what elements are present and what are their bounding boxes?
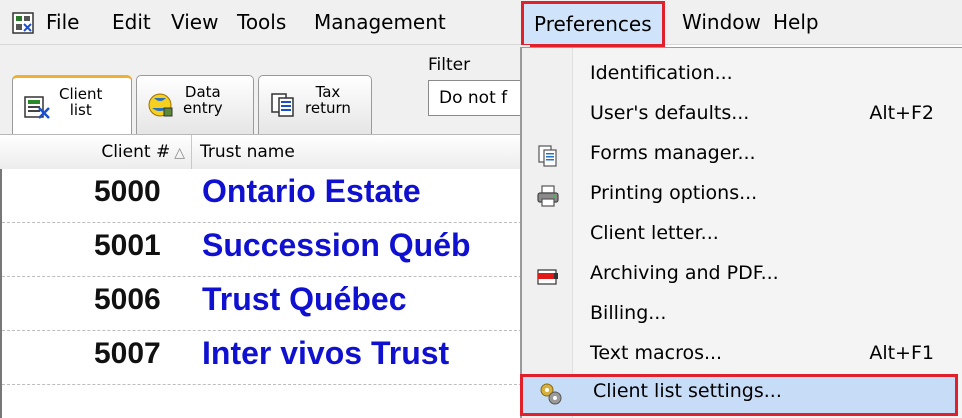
trust-name: Trust Québec xyxy=(202,281,407,317)
menu-item-label: Printing options... xyxy=(590,182,758,204)
menu-item-label: Text macros... xyxy=(590,342,723,364)
sort-ascending-icon: △ xyxy=(174,145,185,161)
menu-item-archiving-pdf[interactable]: Archiving and PDF... xyxy=(522,256,962,296)
preferences-dropdown: Identification... User's defaults... Alt… xyxy=(520,47,962,418)
menu-tools[interactable]: Tools xyxy=(237,0,286,44)
printer-icon xyxy=(537,185,559,207)
menu-item-label: Identification... xyxy=(590,62,733,84)
menu-window[interactable]: Window xyxy=(682,0,761,44)
menu-item-label: User's defaults... xyxy=(590,102,750,124)
table-row[interactable]: 5006 Trust Québec xyxy=(2,277,522,331)
table-header: Client # △ Trust name xyxy=(0,134,530,170)
menu-item-text-macros[interactable]: Text macros... Alt+F1 xyxy=(522,336,962,376)
table-row[interactable]: 5001 Succession Québ xyxy=(2,223,522,277)
tab-tax-return-label: Tax return xyxy=(305,83,351,117)
menu-item-label: Forms manager... xyxy=(590,142,756,164)
menu-item-printing-options[interactable]: Printing options... xyxy=(522,176,962,216)
menu-item-client-list-settings[interactable]: Client list settings... xyxy=(520,374,958,416)
menu-preferences[interactable]: Preferences xyxy=(521,1,665,47)
tab-client-list[interactable]: Client list xyxy=(12,75,132,137)
gears-icon xyxy=(540,383,562,405)
app-icon[interactable] xyxy=(12,12,34,34)
menu-item-label: Archiving and PDF... xyxy=(590,262,779,284)
client-table: 5000 Ontario Estate 5001 Succession Québ… xyxy=(0,169,530,418)
pdf-icon xyxy=(537,269,558,285)
client-list-icon xyxy=(24,96,50,119)
menu-item-label: Client letter... xyxy=(590,222,719,244)
column-client-number[interactable]: Client # △ xyxy=(0,135,192,169)
menu-item-label: Client list settings... xyxy=(593,380,782,402)
menu-view[interactable]: View xyxy=(171,0,218,44)
table-row[interactable]: 5007 Inter vivos Trust xyxy=(2,331,522,385)
tab-tax-return[interactable]: Tax return xyxy=(258,75,372,137)
trust-name: Ontario Estate xyxy=(202,173,421,209)
filter-label: Filter xyxy=(428,55,471,75)
menu-management[interactable]: Management xyxy=(314,0,446,44)
menu-item-billing[interactable]: Billing... xyxy=(522,296,962,336)
forms-manager-icon xyxy=(538,145,557,167)
client-number: 5001 xyxy=(94,229,161,262)
menu-item-forms-manager[interactable]: Forms manager... xyxy=(522,136,962,176)
menu-file[interactable]: File xyxy=(46,0,79,44)
client-number: 5007 xyxy=(94,337,161,370)
shortcut-label: Alt+F2 xyxy=(869,102,934,124)
column-trust-name[interactable]: Trust name xyxy=(192,135,530,169)
menu-item-users-defaults[interactable]: User's defaults... Alt+F2 xyxy=(522,96,962,136)
table-row[interactable]: 5000 Ontario Estate xyxy=(2,169,522,223)
trust-name: Inter vivos Trust xyxy=(202,335,450,371)
client-number: 5000 xyxy=(94,175,161,208)
tax-return-icon xyxy=(271,93,294,117)
data-entry-icon xyxy=(148,93,173,117)
tab-data-entry[interactable]: Data entry xyxy=(136,75,254,137)
column-trust-name-label: Trust name xyxy=(200,142,295,162)
tab-data-entry-label: Data entry xyxy=(183,83,223,117)
menu-item-client-letter[interactable]: Client letter... xyxy=(522,216,962,256)
menu-bar: File Edit View Tools Management Preferen… xyxy=(0,0,962,47)
shortcut-label: Alt+F1 xyxy=(869,342,934,364)
trust-name: Succession Québ xyxy=(202,227,471,263)
tab-client-list-label: Client list xyxy=(59,85,103,119)
client-number: 5006 xyxy=(94,283,161,316)
menu-item-identification[interactable]: Identification... xyxy=(522,56,962,96)
column-client-number-label: Client # xyxy=(101,142,171,162)
menu-item-label: Billing... xyxy=(590,302,667,324)
client-list-panel: Client list Data entry Tax return Filter Do… xyxy=(0,45,538,418)
menu-edit[interactable]: Edit xyxy=(112,0,151,44)
menu-help[interactable]: Help xyxy=(773,0,819,44)
